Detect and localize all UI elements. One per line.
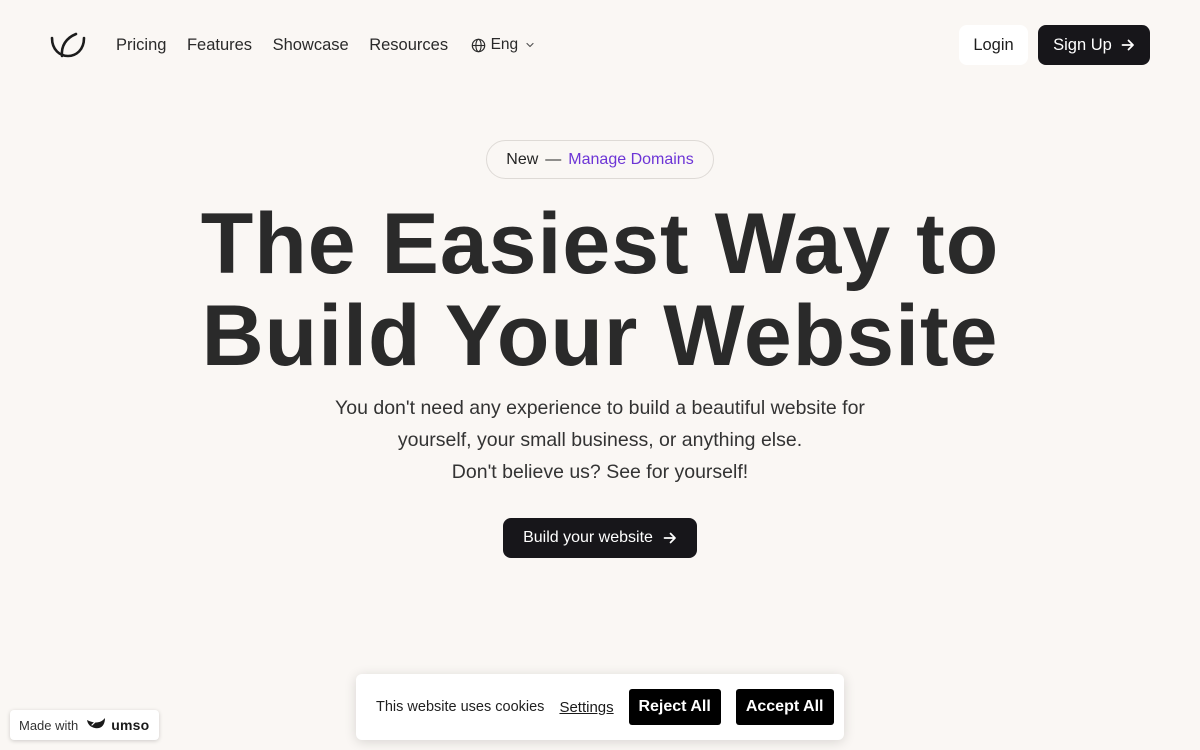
reject-all-button[interactable]: Reject All [628, 689, 721, 725]
nav-link-showcase[interactable]: Showcase [273, 36, 349, 55]
cookie-banner: This website uses cookies Settings Rejec… [356, 674, 844, 740]
nav-link-features[interactable]: Features [187, 36, 252, 55]
made-with-badge[interactable]: Made with umso [10, 710, 159, 740]
umso-logo: umso [86, 715, 150, 735]
announcement-pill[interactable]: New — Manage Domains [486, 140, 714, 179]
hero-subtitle-line: yourself, your small business, or anythi… [397, 429, 803, 451]
hero-title-line: Build Your Website [201, 288, 999, 384]
globe-icon [471, 38, 486, 53]
hero-subtitle-line: You don't need any experience to build a… [335, 397, 865, 419]
language-label: Eng [490, 36, 519, 53]
accept-all-button[interactable]: Accept All [735, 689, 834, 725]
language-selector[interactable]: Eng [471, 36, 536, 54]
site-header: Pricing Features Showcase Resources Eng … [50, 25, 1150, 65]
hero-title: The Easiest Way to Build Your Website [0, 198, 1200, 382]
signup-label: Sign Up [1053, 35, 1112, 54]
arrow-right-icon [1121, 38, 1135, 52]
pill-separator: — [545, 150, 562, 168]
cookie-message: This website uses cookies [376, 699, 545, 715]
umso-wordmark: umso [111, 717, 150, 733]
login-button[interactable]: Login [959, 25, 1028, 65]
main-nav: Pricing Features Showcase Resources Eng [116, 36, 535, 55]
nav-link-resources[interactable]: Resources [369, 36, 448, 55]
logo-icon[interactable] [50, 32, 86, 58]
hero-title-line: The Easiest Way to [200, 196, 1000, 292]
hero-subtitle-line: Don't believe us? See for yourself! [451, 461, 749, 483]
manage-domains-link[interactable]: Manage Domains [568, 151, 693, 169]
cookie-settings-link[interactable]: Settings [559, 699, 613, 716]
made-with-label: Made with [19, 717, 79, 733]
header-actions: Login Sign Up [959, 25, 1150, 65]
signup-button[interactable]: Sign Up [1038, 25, 1150, 65]
hero-subtitle: You don't need any experience to build a… [0, 392, 1200, 488]
umso-logo-icon [86, 715, 106, 735]
nav-link-pricing[interactable]: Pricing [116, 36, 166, 55]
chevron-down-icon [525, 40, 535, 50]
pill-new-label: New [506, 150, 539, 168]
build-website-button[interactable]: Build your website [503, 518, 697, 558]
cta-label: Build your website [523, 529, 653, 546]
arrow-right-icon [663, 531, 677, 545]
